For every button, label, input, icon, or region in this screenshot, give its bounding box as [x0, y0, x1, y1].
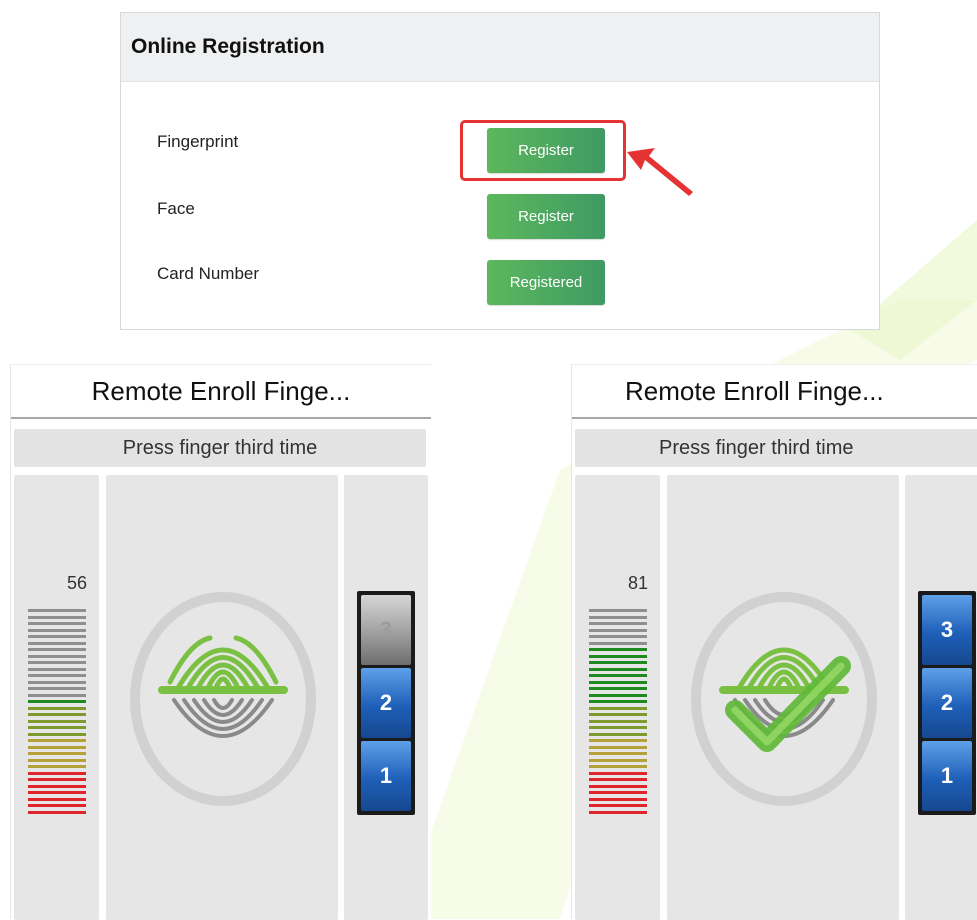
quality-bar [589, 713, 647, 716]
device-title: Remote Enroll Finge... [572, 365, 977, 419]
quality-bar [28, 791, 86, 794]
quality-bar [28, 758, 86, 762]
quality-bar [589, 771, 647, 775]
step-1-indicator: 1 [361, 741, 411, 811]
face-label: Face [157, 199, 195, 218]
quality-bar [28, 680, 86, 684]
enroll-steps: 3 2 1 [918, 591, 976, 815]
quality-bar [28, 765, 86, 768]
quality-bar [28, 771, 86, 775]
device-status-text: Press finger third time [575, 429, 977, 467]
quality-bar [28, 693, 86, 697]
quality-bar [589, 752, 647, 755]
quality-bar [589, 615, 647, 619]
online-registration-panel: Online Registration Fingerprint Register… [120, 12, 880, 330]
quality-bar [589, 674, 647, 677]
quality-bar [28, 641, 86, 645]
card-number-registered-button[interactable]: Registered [487, 260, 605, 305]
enroll-steps-panel: 3 2 1 [905, 475, 977, 920]
quality-bar [589, 635, 647, 638]
quality-bar [28, 615, 86, 619]
step-2-indicator: 2 [922, 668, 972, 738]
check-icon [725, 656, 851, 752]
quality-bar [589, 661, 647, 664]
quality-bar [28, 661, 86, 664]
quality-bar [28, 752, 86, 755]
quality-bar [589, 609, 647, 612]
quality-bar [589, 726, 647, 729]
quality-bar [589, 739, 647, 742]
step-3-indicator: 3 [922, 595, 972, 665]
quality-bar [28, 654, 86, 658]
panel-title: Online Registration [121, 13, 879, 82]
quality-bar [28, 622, 86, 625]
quality-bar [28, 628, 86, 632]
quality-bar [589, 804, 647, 807]
quality-bar [589, 700, 647, 703]
highlight-box [460, 120, 626, 181]
quality-bar [28, 648, 86, 651]
quality-bar [589, 732, 647, 736]
step-3-indicator: 3 [361, 595, 411, 665]
fingerprint-icon [158, 635, 288, 738]
face-register-button[interactable]: Register [487, 194, 605, 239]
quality-bar [28, 609, 86, 612]
quality-value: 81 [627, 573, 648, 593]
quality-bar [28, 635, 86, 638]
quality-bar [28, 797, 86, 801]
quality-bar [589, 667, 647, 671]
quality-value: 56 [66, 573, 87, 593]
quality-bar [589, 641, 647, 645]
quality-bar [589, 784, 647, 788]
card-number-label: Card Number [157, 264, 260, 283]
step-1-indicator: 1 [922, 741, 972, 811]
quality-bar [589, 693, 647, 697]
device-status-text: Press finger third time [14, 429, 426, 467]
fingerprint-label: Fingerprint [157, 132, 239, 151]
quality-bar [28, 706, 86, 710]
quality-bar [589, 622, 647, 625]
quality-bar [589, 680, 647, 684]
enroll-steps: 3 2 1 [357, 591, 415, 815]
quality-bar [28, 745, 86, 749]
quality-bar [28, 732, 86, 736]
quality-bar [28, 719, 86, 723]
pointer-arrow-icon [627, 148, 693, 196]
quality-bar [28, 713, 86, 716]
quality-bar [28, 778, 86, 781]
quality-bar [589, 654, 647, 658]
device-screen-left: Remote Enroll Finge... Press finger thir… [10, 364, 431, 920]
quality-bar [589, 765, 647, 768]
quality-bar [28, 687, 86, 690]
quality-bar [28, 739, 86, 742]
quality-bar [28, 804, 86, 807]
device-screen-right: Remote Enroll Finge... Press finger thir… [571, 364, 977, 920]
quality-bar [589, 628, 647, 632]
quality-bar [589, 758, 647, 762]
quality-bar [28, 700, 86, 703]
quality-meter-panel: 81 [575, 475, 660, 920]
quality-bar [589, 687, 647, 690]
quality-bar [589, 778, 647, 781]
step-2-indicator: 2 [361, 668, 411, 738]
quality-meter-bars [28, 609, 86, 817]
quality-meter-bars [589, 609, 647, 817]
quality-bar [28, 784, 86, 788]
quality-bar [28, 667, 86, 671]
quality-bar [589, 706, 647, 710]
quality-bar [589, 791, 647, 794]
enroll-steps-panel: 3 2 1 [344, 475, 428, 920]
device-title: Remote Enroll Finge... [11, 365, 431, 419]
quality-bar [589, 719, 647, 723]
quality-bar [589, 648, 647, 651]
fingerprint-panel [106, 475, 338, 920]
quality-bar [28, 674, 86, 677]
quality-bar [589, 745, 647, 749]
quality-meter-panel: 56 [14, 475, 99, 920]
fingerprint-panel [667, 475, 899, 920]
quality-bar [28, 726, 86, 729]
quality-bar [28, 810, 86, 814]
quality-bar [589, 797, 647, 801]
quality-bar [589, 810, 647, 814]
